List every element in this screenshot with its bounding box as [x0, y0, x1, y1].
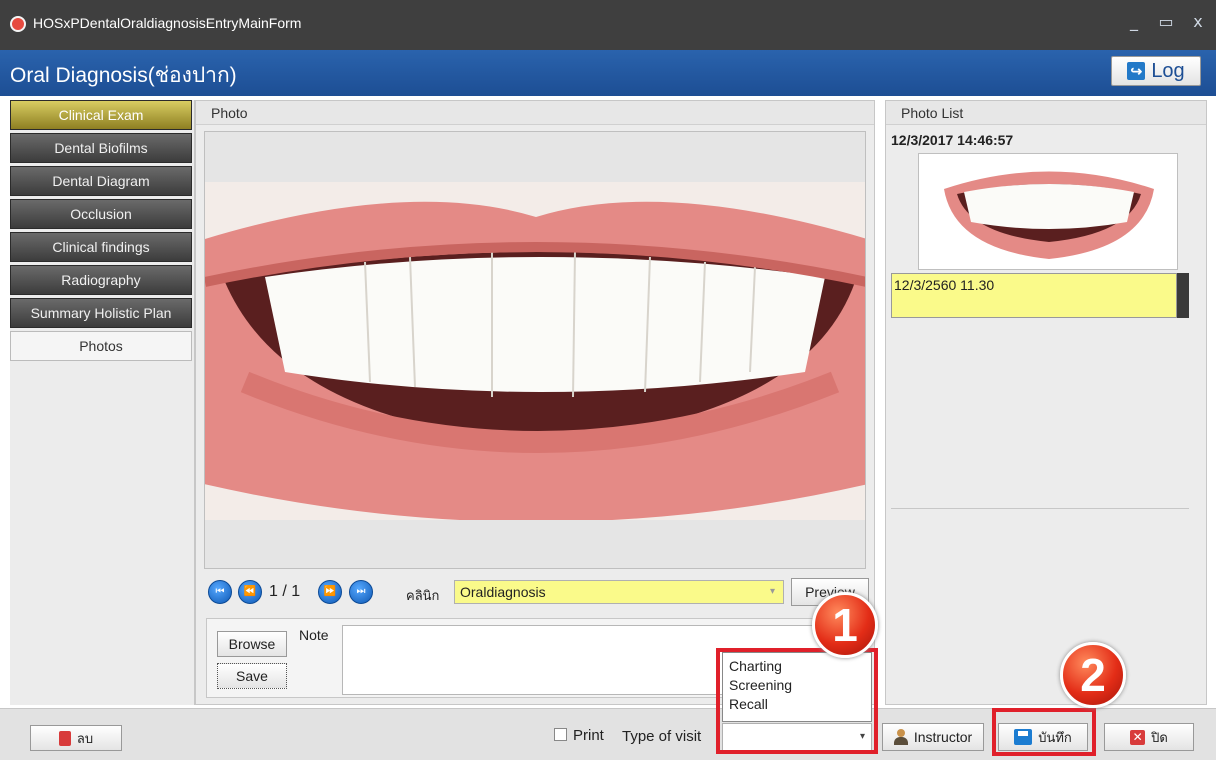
trash-icon [58, 730, 71, 746]
print-checkbox[interactable] [554, 728, 567, 741]
highlight-box-record-button [992, 708, 1096, 756]
clinic-label: คลินิก [406, 588, 440, 603]
instructor-button-label: Instructor [913, 729, 973, 745]
sidebar-item-clinical-exam[interactable]: Clinical Exam [10, 100, 192, 130]
photo-navigation-row: ⏮ ⏪ 1 / 1 ⏩ ⏭ คลินิก Oraldiagnosis ▾ Pre… [206, 578, 869, 608]
close-button[interactable]: ✕ ปิด [1104, 723, 1194, 751]
sidebar-item-dental-diagram[interactable]: Dental Diagram [10, 166, 192, 196]
close-icon: ✕ [1130, 729, 1146, 745]
photo-list-thumbnail[interactable] [918, 153, 1178, 270]
smile-thumbnail [919, 154, 1177, 269]
clinic-select[interactable]: Oraldiagnosis ▾ [454, 580, 784, 604]
print-label: Print [573, 727, 604, 744]
logout-arrow-icon: ↪ [1127, 62, 1146, 80]
sidebar-item-clinical-findings[interactable]: Clinical findings [10, 232, 192, 262]
page-indicator: 1 / 1 [269, 583, 301, 600]
last-photo-button[interactable]: ⏭ [349, 580, 373, 604]
window-controls: _ ▭ x [1124, 12, 1208, 31]
sidebar-item-summary-holistic-plan[interactable]: Summary Holistic Plan [10, 298, 192, 328]
maximize-button[interactable]: ▭ [1156, 12, 1176, 31]
delete-button-label: ลบ [76, 730, 94, 746]
save-photo-button[interactable]: Save [217, 663, 287, 689]
log-button[interactable]: ↪ Log [1111, 56, 1201, 86]
photo-list-entry-date: 12/3/2017 14:46:57 [891, 132, 1014, 148]
step-badge-2: 2 [1060, 642, 1126, 708]
close-window-button[interactable]: x [1188, 12, 1208, 31]
instructor-button[interactable]: Instructor [882, 723, 984, 751]
window-titlebar: HOSxPDentalOraldiagnosisEntryMainForm _ … [0, 0, 1216, 50]
window-title: HOSxPDentalOraldiagnosisEntryMainForm [33, 15, 302, 31]
clinic-select-value: Oraldiagnosis [460, 584, 546, 600]
highlight-box-type-of-visit [716, 648, 878, 754]
photo-viewer [204, 131, 866, 569]
person-icon [893, 729, 908, 745]
first-photo-button[interactable]: ⏮ [208, 580, 232, 604]
browse-button[interactable]: Browse [217, 631, 287, 657]
next-photo-button[interactable]: ⏩ [318, 580, 342, 604]
chevron-down-icon: ▾ [769, 586, 775, 597]
photo-list-divider [891, 508, 1189, 509]
photo-panel: Photo ⏮ ⏪ 1 / 1 ⏩ ⏭ คลินิก Oraldiagnosis… [195, 100, 875, 705]
sidebar-item-radiography[interactable]: Radiography [10, 265, 192, 295]
app-icon [10, 16, 26, 32]
page-title: Oral Diagnosis(ช่องปาก) [10, 64, 237, 87]
delete-button[interactable]: ลบ [30, 725, 122, 751]
previous-photo-button[interactable]: ⏪ [238, 580, 262, 604]
photo-list-title: Photo List [886, 101, 1206, 125]
minimize-button[interactable]: _ [1124, 12, 1144, 31]
sidebar-item-dental-biofilms[interactable]: Dental Biofilms [10, 133, 192, 163]
sidebar-nav: Clinical Exam Dental Biofilms Dental Dia… [10, 100, 195, 705]
type-of-visit-label: Type of visit [622, 728, 702, 745]
photo-list-note[interactable]: 12/3/2560 11.30 [891, 273, 1177, 318]
photo-panel-title: Photo [196, 101, 874, 125]
log-button-label: Log [1151, 59, 1185, 82]
step-badge-1: 1 [812, 592, 878, 658]
photo-list-note-scrollbar[interactable] [1177, 273, 1189, 318]
photo-list-panel: Photo List 12/3/2017 14:46:57 12/3/2560 … [885, 100, 1207, 705]
sidebar-item-photos[interactable]: Photos [10, 331, 192, 361]
note-label: Note [299, 627, 329, 643]
smile-photo [205, 182, 865, 520]
sidebar-item-occlusion[interactable]: Occlusion [10, 199, 192, 229]
close-button-label: ปิด [1151, 729, 1168, 745]
form-header: Oral Diagnosis(ช่องปาก) ↪ Log [0, 50, 1216, 96]
